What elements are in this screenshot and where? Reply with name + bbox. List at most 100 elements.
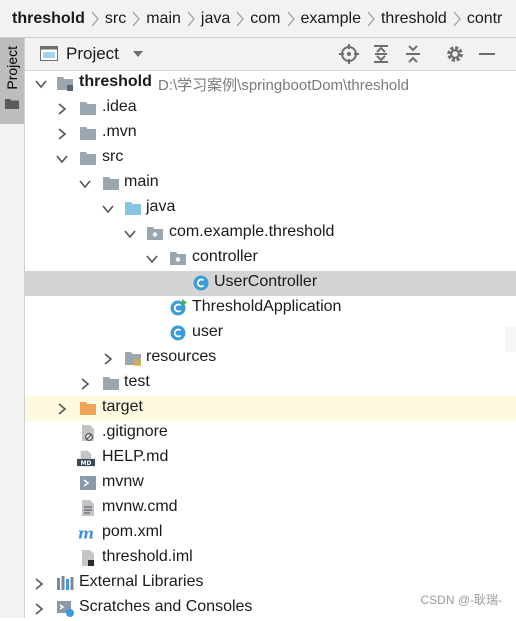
tree-node-pom-xml[interactable]: m pom.xml (25, 521, 516, 546)
chevron-down-icon[interactable] (79, 178, 91, 190)
expand-all-icon[interactable] (370, 43, 392, 65)
tree-node-target[interactable]: target (25, 396, 516, 421)
java-class-icon (193, 275, 209, 291)
tree-node-java[interactable]: java (25, 196, 516, 221)
text-file-icon (82, 500, 94, 516)
chevron-right-icon (236, 11, 245, 26)
chevron-right-icon[interactable] (102, 353, 114, 365)
folder-icon (103, 177, 119, 190)
tree-node-label: threshold.iml (102, 548, 193, 565)
tree-node-mvnw-cmd[interactable]: mvnw.cmd (25, 496, 516, 521)
chevron-down-icon[interactable] (146, 253, 158, 265)
tree-node-label: user (192, 323, 224, 340)
svg-text:m: m (78, 524, 94, 542)
crosshair-icon[interactable] (338, 43, 360, 65)
chevron-right-icon[interactable] (56, 403, 68, 415)
tree-node-label: target (102, 398, 143, 415)
breadcrumb-item-threshold[interactable]: threshold (12, 10, 85, 28)
tree-node-label: mvnw (102, 473, 144, 490)
collapse-all-icon[interactable] (402, 43, 424, 65)
tree-node-label: controller (192, 248, 258, 265)
breadcrumb-item-com[interactable]: com (250, 10, 280, 28)
breadcrumb-item-main[interactable]: main (146, 10, 181, 28)
project-tool-tab[interactable]: Project (0, 38, 24, 124)
tree-node-label: resources (146, 348, 217, 365)
tree-node-user[interactable]: user (25, 321, 516, 346)
tree-node-idea[interactable]: .idea (25, 96, 516, 121)
tree-node-label: External Libraries (79, 573, 204, 590)
tree-node-label: HELP.md (102, 448, 169, 465)
project-window-icon (40, 46, 58, 61)
library-icon (57, 576, 74, 590)
minimize-icon[interactable] (476, 43, 498, 65)
tree-node-label: ThresholdApplication (192, 298, 342, 315)
tree-node-controller[interactable]: controller (25, 246, 516, 271)
tree-node-mvn[interactable]: .mvn (25, 121, 516, 146)
tree-node-label: src (102, 148, 124, 165)
tree-node-label: pom.xml (102, 523, 163, 540)
tree-node-label: .mvn (102, 123, 137, 140)
chevron-down-icon[interactable] (102, 203, 114, 215)
tree-node-label: com.example.threshold (169, 223, 335, 240)
chevron-right-icon (132, 11, 141, 26)
chevron-right-icon[interactable] (56, 128, 68, 140)
tree-node-user-controller[interactable]: UserController (25, 271, 516, 296)
breadcrumb-item-src[interactable]: src (105, 10, 126, 28)
tree-node-label: threshold (79, 73, 152, 90)
tree-node-label: test (124, 373, 150, 390)
folder-icon (5, 99, 19, 109)
project-panel-title[interactable]: Project (66, 44, 119, 64)
tree-node-resources[interactable]: resources (25, 346, 516, 371)
source-folder-icon (125, 202, 141, 215)
module-folder-icon (57, 77, 73, 91)
tree-node-gitignore[interactable]: .gitignore (25, 421, 516, 446)
tree-node-label: Scratches and Consoles (79, 598, 253, 615)
tree-node-threshold-application[interactable]: ThresholdApplication (25, 296, 516, 321)
chevron-right-icon[interactable] (33, 578, 45, 590)
tree-node-src[interactable]: src (25, 146, 516, 171)
root-path: D:\学习案例\springbootDom\threshold (158, 77, 409, 94)
tree-node-label: mvnw.cmd (102, 498, 178, 515)
chevron-down-icon[interactable] (35, 78, 47, 90)
tool-window-stripe: Project (0, 38, 25, 618)
chevron-right-icon (367, 11, 375, 26)
chevron-right-icon (187, 11, 195, 26)
project-tool-tab-label: Project (4, 46, 20, 90)
tree-node-package[interactable]: com.example.threshold (25, 221, 516, 246)
tree-node-label: .idea (102, 98, 137, 115)
chevron-right-icon[interactable] (79, 378, 91, 390)
breadcrumb-item-threshold-package[interactable]: threshold (381, 10, 447, 28)
breadcrumb-item-controller[interactable]: contr (467, 10, 503, 28)
tree-node-mvnw[interactable]: mvnw (25, 471, 516, 496)
svg-text:MD: MD (81, 461, 92, 467)
gear-icon[interactable] (444, 43, 466, 65)
chevron-right-icon (287, 11, 295, 26)
tree-node-label: java (146, 198, 176, 215)
tree-node-main[interactable]: main (25, 171, 516, 196)
module-file-icon (82, 550, 94, 566)
chevron-right-icon (453, 11, 461, 26)
tree-node-label: main (124, 173, 159, 190)
watermark: CSDN @-耿瑞- (420, 593, 502, 607)
tree-node-root[interactable]: threshold D:\学习案例\springbootDom\threshol… (25, 71, 516, 96)
breadcrumb-item-java[interactable]: java (201, 10, 230, 28)
chevron-right-icon[interactable] (33, 603, 45, 615)
breadcrumb-item-example[interactable]: example (301, 10, 361, 28)
markdown-file-icon: MD (77, 450, 95, 467)
maven-icon: m (78, 524, 94, 542)
tree-node-help-md[interactable]: MD HELP.md (25, 446, 516, 471)
tree-node-test[interactable]: test (25, 371, 516, 396)
chevron-down-icon[interactable] (124, 228, 136, 240)
java-class-icon (170, 325, 186, 341)
ignore-file-icon (82, 425, 94, 441)
folder-icon (80, 152, 96, 165)
resources-folder-icon (125, 352, 141, 366)
chevron-right-icon[interactable] (56, 103, 68, 115)
folder-icon (80, 127, 96, 140)
chevron-down-icon[interactable] (56, 153, 68, 165)
excluded-folder-icon (80, 402, 96, 415)
tree-node-threshold-iml[interactable]: threshold.iml (25, 546, 516, 571)
breadcrumb: threshold src main java com example thre… (0, 0, 516, 38)
tree-node-label: UserController (214, 273, 318, 290)
chevron-down-icon[interactable] (132, 49, 144, 59)
